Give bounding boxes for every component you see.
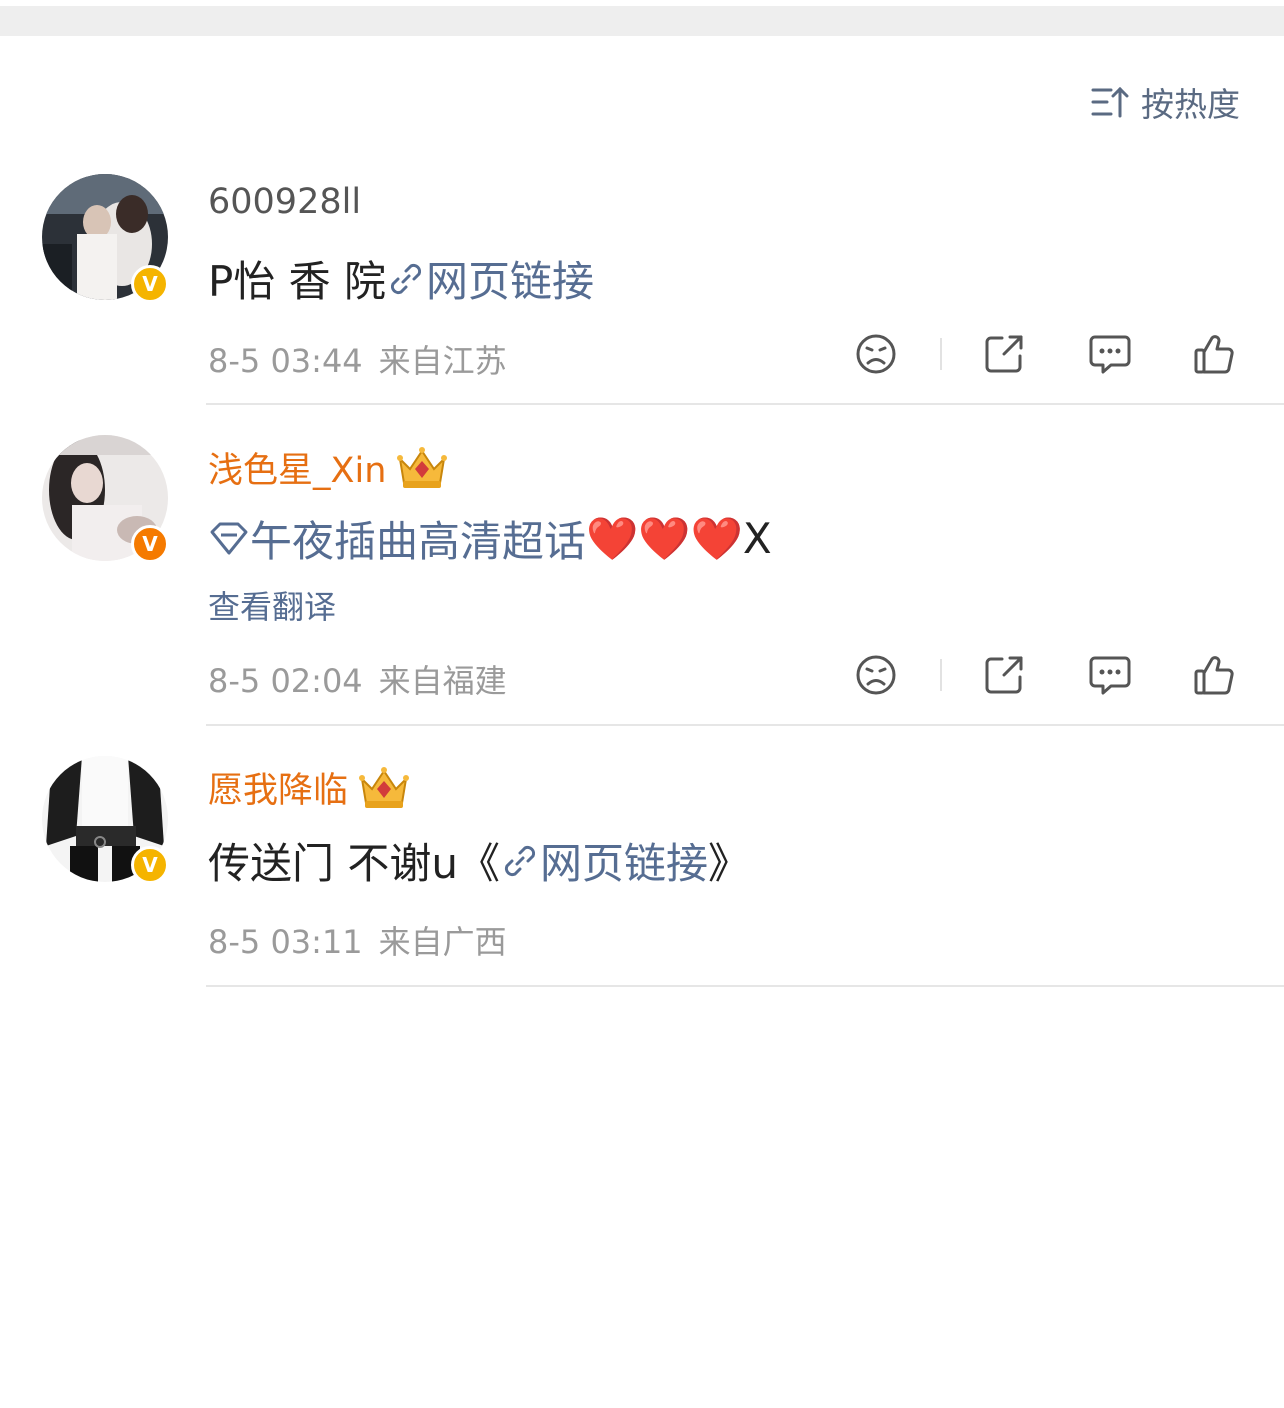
comment-text: P怡 香 院 网页链接 (208, 248, 594, 309)
username[interactable]: 600928ll (208, 182, 361, 222)
crown-icon (359, 766, 410, 808)
translate-link[interactable]: 查看翻译 (208, 582, 336, 628)
hearts-emoji: ❤️❤️❤️ (586, 513, 743, 563)
action-divider (940, 659, 942, 691)
comment-divider (206, 403, 1284, 405)
username[interactable]: 浅色星_Xin (208, 442, 450, 493)
username[interactable]: 愿我降临 (208, 762, 412, 813)
timestamp: 8-5 03:11 (208, 923, 363, 961)
dislike-button[interactable] (852, 651, 900, 699)
comment-button[interactable] (1086, 330, 1134, 378)
verified-badge-icon: V (131, 525, 169, 563)
sort-label: 按热度 (1141, 85, 1240, 124)
comment-meta: 8-5 03:11 来自广西 (208, 917, 507, 963)
share-icon (985, 656, 1023, 694)
dislike-button[interactable] (852, 330, 900, 378)
web-link[interactable]: 网页链接 (500, 830, 708, 891)
action-bar (0, 651, 1284, 701)
like-button[interactable] (1190, 651, 1238, 699)
thumbs-up-icon (1194, 335, 1234, 374)
supertopic-link[interactable]: 午夜插曲高清超话 (208, 508, 586, 569)
diamond-icon (210, 522, 248, 554)
share-button[interactable] (980, 651, 1028, 699)
share-button[interactable] (980, 330, 1028, 378)
verified-badge-icon: V (131, 265, 169, 303)
top-strip (0, 0, 1284, 36)
sort-arrow-icon (1091, 86, 1129, 118)
link-icon (391, 263, 422, 294)
link-icon (504, 845, 536, 876)
comment-divider (206, 724, 1284, 726)
sad-face-icon (856, 655, 896, 695)
comment-button[interactable] (1086, 651, 1134, 699)
like-button[interactable] (1190, 330, 1238, 378)
location: 来自广西 (378, 923, 507, 961)
sad-face-icon (856, 334, 896, 374)
thumbs-up-icon (1194, 656, 1234, 695)
comment-divider (206, 985, 1284, 987)
sort-by-hot-button[interactable]: 按热度 (1091, 80, 1240, 124)
crown-icon (397, 446, 448, 488)
comment-bubble-icon (1089, 656, 1131, 695)
comment-text: 午夜插曲高清超话 ❤️❤️❤️ X (208, 508, 772, 569)
action-divider (940, 338, 942, 370)
verified-badge-icon: V (131, 846, 169, 884)
action-bar (0, 330, 1284, 380)
share-icon (985, 335, 1023, 373)
comment-bubble-icon (1089, 335, 1131, 374)
web-link[interactable]: 网页链接 (386, 248, 594, 309)
comment-text: 传送门 不谢u《 网页链接 》 (208, 830, 750, 891)
